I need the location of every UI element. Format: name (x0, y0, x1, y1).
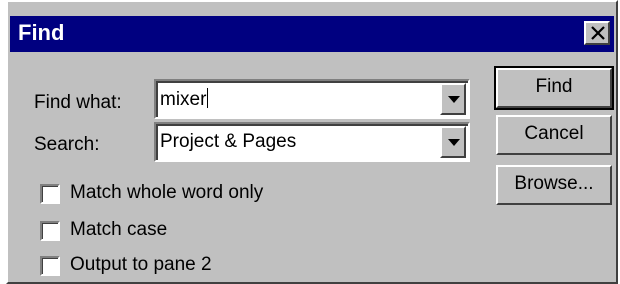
window-title: Find (18, 20, 65, 45)
match-whole-word-label: Match whole word only (70, 182, 264, 203)
match-whole-word-checkbox[interactable] (40, 184, 60, 204)
search-select-value[interactable]: Project & Pages (160, 131, 296, 153)
chevron-down-icon (448, 96, 460, 103)
find-what-dropdown-button[interactable] (440, 83, 466, 115)
text-cursor (207, 88, 209, 108)
find-what-combobox[interactable]: mixer (154, 79, 470, 119)
find-dialog: Find Find what: mixer Search: Project & … (6, 0, 618, 284)
cancel-button[interactable]: Cancel (496, 115, 612, 155)
find-what-label: Find what: (34, 92, 122, 113)
search-dropdown-button[interactable] (440, 126, 466, 158)
find-button[interactable]: Find (494, 66, 614, 110)
title-bar[interactable]: Find (10, 16, 614, 52)
match-case-checkbox[interactable] (40, 221, 60, 241)
close-button[interactable] (584, 21, 610, 45)
output-pane-checkbox[interactable] (40, 256, 60, 276)
find-what-input[interactable]: mixer (160, 88, 209, 111)
browse-button[interactable]: Browse... (496, 165, 612, 205)
chevron-down-icon (448, 139, 460, 146)
close-icon (591, 26, 605, 40)
match-case-label: Match case (70, 219, 168, 240)
search-label: Search: (34, 134, 100, 155)
output-pane-label: Output to pane 2 (70, 254, 212, 275)
search-combobox[interactable]: Project & Pages (154, 122, 470, 162)
